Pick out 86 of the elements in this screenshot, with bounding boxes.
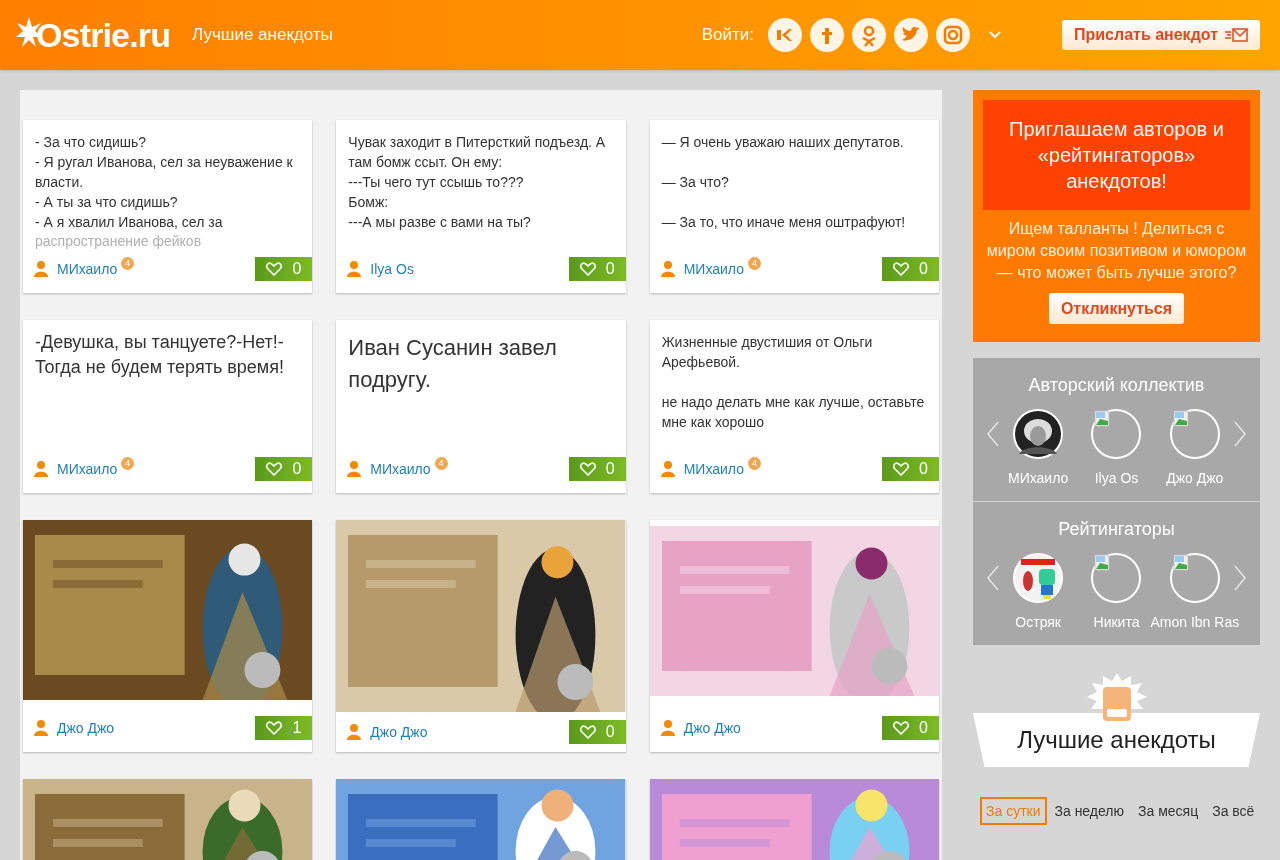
broken-avatar-icon[interactable]	[1091, 553, 1142, 603]
like-button[interactable]: 0	[255, 257, 313, 281]
chevron-right-icon[interactable]	[1234, 421, 1246, 447]
author-link[interactable]: Джо Джо	[683, 717, 741, 739]
member-name[interactable]: Amon Ibn Ras	[1150, 612, 1240, 633]
user-icon	[33, 260, 49, 278]
author-link[interactable]: МИхаило	[683, 258, 744, 280]
joke-text: Иван Сусанин завел подругу.	[347, 334, 558, 394]
author-link[interactable]: МИхаило	[57, 258, 118, 280]
joke-text: - За что сидишь? - Я ругал Иванова, сел за неуважение к власти. - А ты за что сидишь? - А я хвалил Иванова, сел за	[34, 133, 294, 232]
author-level-badge: 4	[121, 257, 135, 270]
site-logo[interactable]: Ostrie.ru	[36, 9, 171, 61]
heart-icon	[266, 262, 283, 276]
site-tagline: Лучшие анекдоты	[192, 24, 333, 47]
author-level-badge: 4	[747, 257, 761, 270]
author-link[interactable]: Джо Джо	[370, 721, 428, 743]
joke-text: — За что?	[661, 173, 730, 192]
respond-button[interactable]: Откликнуться	[1048, 293, 1185, 324]
member-name[interactable]: Джо Джо	[1166, 468, 1224, 489]
user-icon	[659, 460, 676, 478]
like-button[interactable]: 0	[568, 257, 626, 281]
social-icon[interactable]	[851, 18, 886, 52]
section-title: Рейтингаторы	[1058, 518, 1175, 541]
author-level-badge: 4	[121, 457, 135, 470]
envelope-icon	[1224, 28, 1248, 42]
instagram-icon[interactable]	[935, 18, 970, 52]
heart-icon	[266, 462, 283, 476]
author-link[interactable]: Джо Джо	[57, 717, 115, 739]
author-link[interactable]: Ilya Os	[370, 258, 414, 280]
user-icon	[346, 460, 363, 478]
chevron-down-icon[interactable]	[987, 30, 1002, 40]
joke-text: — Я очень уважаю наших депутатов.	[661, 133, 905, 152]
joke-text: — За то, что иначе меня оштрафуют!	[661, 213, 907, 232]
period-tab[interactable]: За неделю	[1048, 797, 1130, 825]
heart-icon	[893, 262, 910, 276]
heart-icon	[266, 721, 283, 735]
user-icon	[33, 719, 49, 737]
chevron-right-icon[interactable]	[1234, 565, 1246, 591]
like-button[interactable]: 0	[882, 457, 939, 481]
author-link[interactable]: МИхаило	[370, 458, 431, 480]
promo-title: Приглашаем авторов и «рейтингаторов» анекдотов!	[983, 100, 1250, 210]
like-button[interactable]: 0	[255, 457, 313, 481]
joke-text: Чувак заходит в Питерсткий подъезд. А там бомж ссыт. Он ему: ---Ты чего тут ссышь то??? Бомж: ---А мы разве с вами на ты?	[347, 133, 607, 232]
heart-icon	[579, 262, 596, 276]
like-button[interactable]: 0	[568, 720, 626, 744]
user-icon	[33, 460, 49, 478]
section-banner: Лучшие анекдоты	[973, 713, 1260, 767]
broken-avatar-icon[interactable]	[1169, 553, 1220, 603]
heart-icon	[579, 725, 596, 739]
member-name[interactable]: Ilya Os	[1094, 468, 1139, 489]
member-name[interactable]: Никита	[1093, 612, 1140, 633]
author-level-badge: 4	[747, 457, 761, 470]
chevron-left-icon[interactable]	[987, 421, 999, 447]
chevron-left-icon[interactable]	[987, 565, 999, 591]
heart-icon	[893, 721, 910, 735]
login-label: Войти:	[701, 24, 754, 47]
author-link[interactable]: МИхаило	[57, 458, 118, 480]
period-tab[interactable]: За месяц	[1132, 797, 1205, 825]
author-link[interactable]: МИхаило	[683, 458, 744, 480]
like-button[interactable]: 0	[568, 457, 626, 481]
like-button[interactable]: 0	[882, 716, 939, 740]
promo-text: Ищем талланты ! Делиться с миром своим позитивом и юмором — что может быть лучше этого?	[985, 219, 1248, 283]
twitter-icon[interactable]	[893, 18, 928, 52]
heart-icon	[893, 462, 910, 476]
member-name[interactable]: МИхаило	[1008, 468, 1069, 489]
like-button[interactable]: 1	[255, 716, 313, 740]
period-tab[interactable]: За сутки	[980, 797, 1047, 825]
joke-text: -Девушка, вы танцуете?-Нет!-Тогда не будем терять время!	[34, 331, 285, 379]
faded-text: распространение фейков	[34, 232, 203, 250]
avatar-drawing[interactable]	[1013, 553, 1064, 603]
broken-avatar-icon[interactable]	[1091, 409, 1142, 459]
heart-icon	[579, 462, 596, 476]
joke-text: не надо делать мне как лучше, оставьте мне как хорошо	[661, 393, 926, 432]
like-button[interactable]: 0	[882, 257, 939, 281]
period-tab[interactable]: За всё	[1206, 797, 1261, 825]
user-icon	[346, 260, 363, 278]
user-icon	[346, 723, 363, 741]
member-name[interactable]: Остряк	[1015, 612, 1061, 633]
user-icon	[659, 719, 676, 737]
section-title: Авторский коллектив	[1028, 374, 1205, 397]
joke-text: Жизненные двустишия от Ольги Арефьевой.	[661, 333, 874, 372]
vk-icon[interactable]	[767, 18, 802, 52]
user-icon	[659, 260, 676, 278]
send-joke-button[interactable]: Прислать анекдот	[1061, 20, 1260, 50]
broken-avatar-icon[interactable]	[1169, 409, 1220, 459]
author-level-badge: 4	[434, 457, 448, 470]
